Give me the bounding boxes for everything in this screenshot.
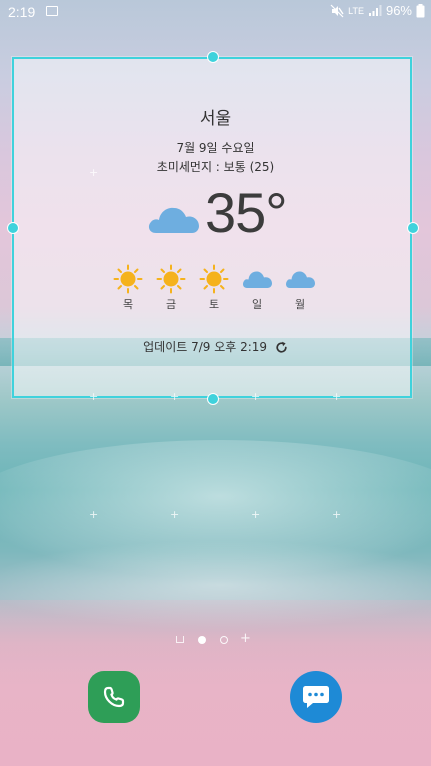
resize-handle-right[interactable]	[407, 222, 419, 234]
add-page-icon[interactable]: +	[240, 631, 251, 646]
widget-selection-frame	[12, 57, 412, 398]
message-icon	[303, 686, 329, 708]
network-type: LTE	[348, 5, 364, 16]
resize-handle-bottom[interactable]	[207, 393, 219, 405]
grid-marker: +	[170, 390, 180, 403]
battery-percent: 96%	[385, 3, 412, 18]
home-screen: 2:19 LTE 96% 서울 7월 9일 수요일 초미세먼지 : 보통 (25…	[0, 0, 431, 766]
grid-marker: +	[332, 390, 342, 403]
page-indicator: +	[172, 631, 262, 646]
mute-icon	[330, 4, 344, 17]
status-icons: LTE 96%	[330, 3, 425, 18]
phone-icon	[103, 686, 125, 708]
battery-icon	[416, 3, 425, 17]
grid-marker: +	[170, 508, 180, 521]
resize-handle-top[interactable]	[207, 51, 219, 63]
page-dot-active[interactable]	[198, 636, 206, 644]
grid-marker: +	[89, 390, 99, 403]
home-page-icon[interactable]	[176, 636, 184, 643]
status-time: 2:19	[8, 4, 36, 20]
grid-marker: +	[332, 508, 342, 521]
wallpaper-sand	[0, 600, 431, 766]
resize-handle-left[interactable]	[7, 222, 19, 234]
grid-marker: +	[89, 508, 99, 521]
grid-marker: +	[89, 166, 99, 179]
gallery-icon	[46, 6, 58, 16]
phone-app-icon[interactable]	[88, 671, 140, 723]
page-dot[interactable]	[220, 636, 228, 644]
grid-marker: +	[251, 390, 261, 403]
grid-marker: +	[251, 508, 261, 521]
status-bar: 2:19 LTE 96%	[0, 0, 431, 24]
messages-app-icon[interactable]	[290, 671, 342, 723]
signal-icon	[368, 4, 382, 16]
